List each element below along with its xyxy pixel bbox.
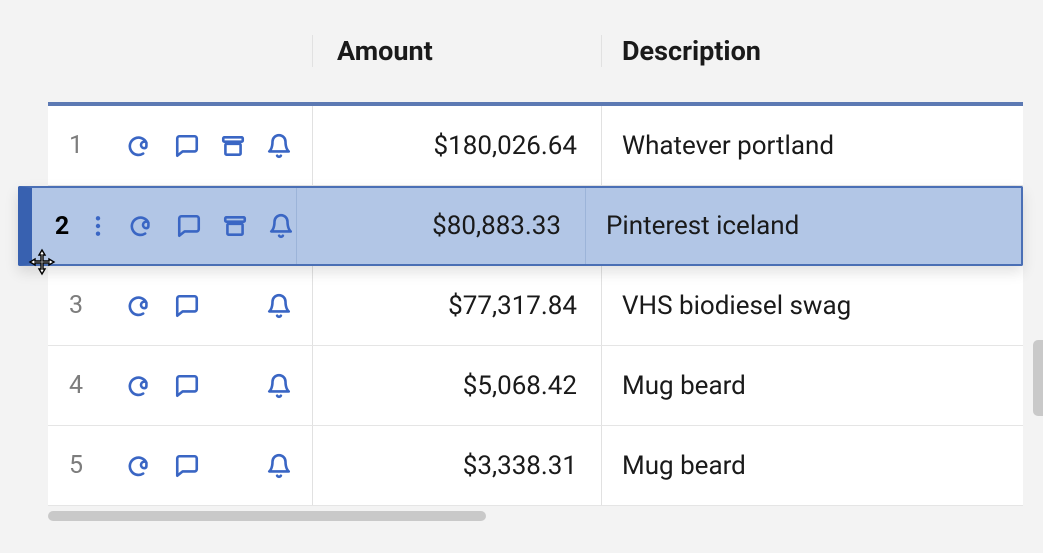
row-handle[interactable]: 4 (48, 371, 312, 400)
comment-icon[interactable] (174, 453, 200, 479)
row-number: 4 (64, 371, 88, 400)
table-row[interactable]: 5 $3,338.31 Mug beard (48, 426, 1023, 506)
table-row[interactable]: 1 $180,026.64 Whatever portland (48, 106, 1023, 186)
at-icon[interactable] (128, 373, 154, 399)
row-number: 2 (50, 212, 74, 241)
cell-amount[interactable]: $80,883.33 (297, 211, 585, 241)
comment-icon[interactable] (174, 293, 200, 319)
row-handle[interactable]: 5 (48, 451, 312, 480)
row-number: 5 (64, 451, 88, 480)
table-header-row: Amount Description (48, 0, 1023, 106)
table-row[interactable]: 3 $77,317.84 VHS biodiesel swag (48, 266, 1023, 346)
at-icon[interactable] (128, 133, 154, 159)
row-handle[interactable]: 3 (48, 291, 312, 320)
cell-description[interactable]: Mug beard (602, 371, 746, 401)
row-handle[interactable]: 2 (32, 212, 296, 241)
archive-icon[interactable] (222, 213, 248, 239)
bell-icon[interactable] (266, 133, 292, 159)
horizontal-scrollbar[interactable] (48, 511, 486, 521)
data-table: Amount Description 1 $180,026.64 Whateve… (48, 0, 1023, 506)
bell-icon[interactable] (266, 453, 292, 479)
cell-amount[interactable]: $5,068.42 (313, 371, 601, 401)
cell-description[interactable]: Mug beard (602, 451, 746, 481)
cell-amount[interactable]: $77,317.84 (313, 291, 601, 321)
row-number: 1 (64, 131, 88, 160)
cell-description[interactable]: VHS biodiesel swag (602, 291, 851, 321)
cell-description[interactable]: Pinterest iceland (586, 211, 799, 241)
comment-icon[interactable] (174, 133, 200, 159)
at-icon[interactable] (128, 453, 154, 479)
comment-icon[interactable] (174, 373, 200, 399)
comment-icon[interactable] (176, 213, 202, 239)
table-row[interactable]: 2 $80,883.33 Pinterest iceland (18, 186, 1023, 266)
vertical-scrollbar[interactable] (1033, 340, 1043, 416)
row-handle[interactable]: 1 (48, 131, 312, 160)
cell-amount[interactable]: $180,026.64 (313, 131, 601, 161)
bell-icon[interactable] (266, 293, 292, 319)
bell-icon[interactable] (268, 213, 294, 239)
cell-amount[interactable]: $3,338.31 (313, 451, 601, 481)
col-header-description[interactable]: Description (602, 35, 1023, 67)
cell-description[interactable]: Whatever portland (602, 131, 834, 161)
drag-handle-icon[interactable] (92, 215, 104, 237)
at-icon[interactable] (128, 293, 154, 319)
at-icon[interactable] (130, 213, 156, 239)
bell-icon[interactable] (266, 373, 292, 399)
table-row[interactable]: 4 $5,068.42 Mug beard (48, 346, 1023, 426)
col-header-amount[interactable]: Amount (312, 35, 602, 67)
row-number: 3 (64, 291, 88, 320)
archive-icon[interactable] (220, 133, 246, 159)
